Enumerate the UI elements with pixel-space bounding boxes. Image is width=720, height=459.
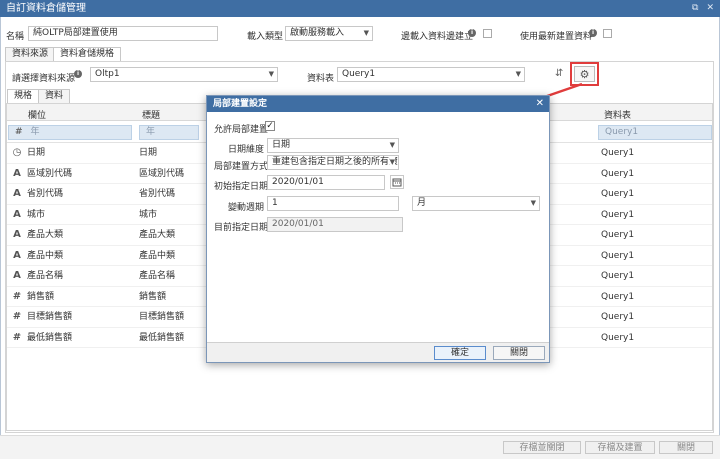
method-value: 重建包含指定日期之後的所有資 xyxy=(272,157,399,167)
period-input[interactable]: 1 xyxy=(267,196,399,211)
select-source-label: 請選擇資料來源 xyxy=(12,74,76,84)
info-icon: i xyxy=(589,29,597,37)
name-label: 名稱 xyxy=(6,32,25,42)
save-close-button[interactable]: 存檔並關閉 xyxy=(503,441,581,454)
text-type-icon: A xyxy=(13,249,21,261)
table-select[interactable]: Query1 ▼ xyxy=(337,67,525,82)
method-label: 局部建置方式 xyxy=(214,162,269,172)
rebuild-on-load-checkbox[interactable] xyxy=(483,29,492,38)
clock-icon: ◷ xyxy=(12,147,22,158)
current-date-input: 2020/01/01 xyxy=(267,217,403,232)
current-date-label: 目前指定日期 xyxy=(214,223,269,233)
source-value: Oltp1 xyxy=(95,69,120,79)
name-input[interactable]: 純OLTP局部建置使用 xyxy=(28,26,218,41)
hash-icon: # xyxy=(12,290,22,302)
granularity-value: 日期 xyxy=(272,140,291,150)
use-latest-build-label: 使用最新建置資料 xyxy=(520,32,593,42)
granularity-label: 日期維度 xyxy=(228,145,265,155)
text-type-icon: A xyxy=(13,270,21,281)
window-titlebar: 自訂資料倉儲管理 ⧉ ✕ xyxy=(0,0,720,17)
hash-icon: # xyxy=(12,331,22,343)
hash-icon: # xyxy=(12,311,22,322)
text-type-icon: A xyxy=(13,208,21,220)
load-type-label: 載入類型 xyxy=(247,32,284,42)
granularity-select[interactable]: 日期 ▼ xyxy=(267,138,399,153)
save-build-button[interactable]: 存檔及建置 xyxy=(585,441,655,454)
info-icon: i xyxy=(468,29,476,37)
table-value: Query1 xyxy=(342,69,376,79)
close-icon[interactable]: ✕ xyxy=(536,96,544,112)
chevron-down-icon: ▼ xyxy=(389,156,395,169)
chevron-down-icon: ▼ xyxy=(389,141,395,149)
dialog-close-button[interactable]: 關閉 xyxy=(493,346,545,360)
filter-table[interactable]: Query1 xyxy=(598,125,712,140)
hash-icon: # xyxy=(15,127,23,137)
chevron-down-icon: ▼ xyxy=(530,199,536,207)
source-select[interactable]: Oltp1 ▼ xyxy=(90,67,278,82)
load-type-value: 啟動服務載入 xyxy=(290,28,345,38)
window-title: 自訂資料倉儲管理 xyxy=(6,3,86,14)
period-unit-value: 月 xyxy=(417,198,427,208)
dialog-footer: 確定 關閉 xyxy=(207,342,549,362)
restore-icon[interactable]: ⧉ xyxy=(692,0,698,17)
chevron-down-icon: ▼ xyxy=(268,70,274,78)
fields-transfer-icon[interactable]: ⇵ xyxy=(555,68,563,79)
info-icon: i xyxy=(74,70,82,78)
close-icon[interactable]: ✕ xyxy=(706,0,714,17)
filter-field[interactable]: # 年 xyxy=(8,125,132,140)
close-button[interactable]: 關閉 xyxy=(659,441,713,454)
header-title: 標題 xyxy=(142,111,161,121)
period-label: 變動週期 xyxy=(228,203,265,213)
dialog-title: 局部建置設定 xyxy=(213,99,268,109)
tab-warehouse-spec[interactable]: 資料倉儲規格 xyxy=(53,47,122,61)
text-type-icon: A xyxy=(13,229,21,240)
method-select[interactable]: 重建包含指定日期之後的所有資 ▼ xyxy=(267,155,399,170)
tab-spec[interactable]: 規格 xyxy=(7,89,40,103)
calendar-icon[interactable] xyxy=(390,175,404,189)
period-unit-select[interactable]: 月 ▼ xyxy=(412,196,540,211)
start-date-label: 初始指定日期 xyxy=(214,182,269,192)
allow-partial-label: 允許局部建置 xyxy=(214,125,269,135)
allow-partial-checkbox[interactable]: ✓ xyxy=(265,121,275,131)
ok-button[interactable]: 確定 xyxy=(434,346,486,360)
partial-build-dialog: 局部建置設定 ✕ 允許局部建置 ✓ 日期維度 日期 ▼ 局部建置方式 重建包含指… xyxy=(206,95,550,363)
filter-title[interactable]: 年 xyxy=(139,125,199,140)
text-type-icon: A xyxy=(13,188,21,199)
rebuild-on-load-label: 邊載入資料邊建立 xyxy=(401,32,474,42)
text-type-icon: A xyxy=(13,167,21,179)
table-label: 資料表 xyxy=(307,74,335,84)
header-table: 資料表 xyxy=(604,111,632,121)
tab-data-source[interactable]: 資料來源 xyxy=(5,47,56,61)
load-type-select[interactable]: 啟動服務載入 ▼ xyxy=(285,26,373,41)
tab-data[interactable]: 資料 xyxy=(38,89,71,103)
header-field: 欄位 xyxy=(28,111,47,121)
dialog-titlebar: 局部建置設定 xyxy=(207,96,549,112)
chevron-down-icon: ▼ xyxy=(363,29,369,37)
start-date-input[interactable]: 2020/01/01 xyxy=(267,175,385,190)
use-latest-build-checkbox[interactable] xyxy=(603,29,612,38)
